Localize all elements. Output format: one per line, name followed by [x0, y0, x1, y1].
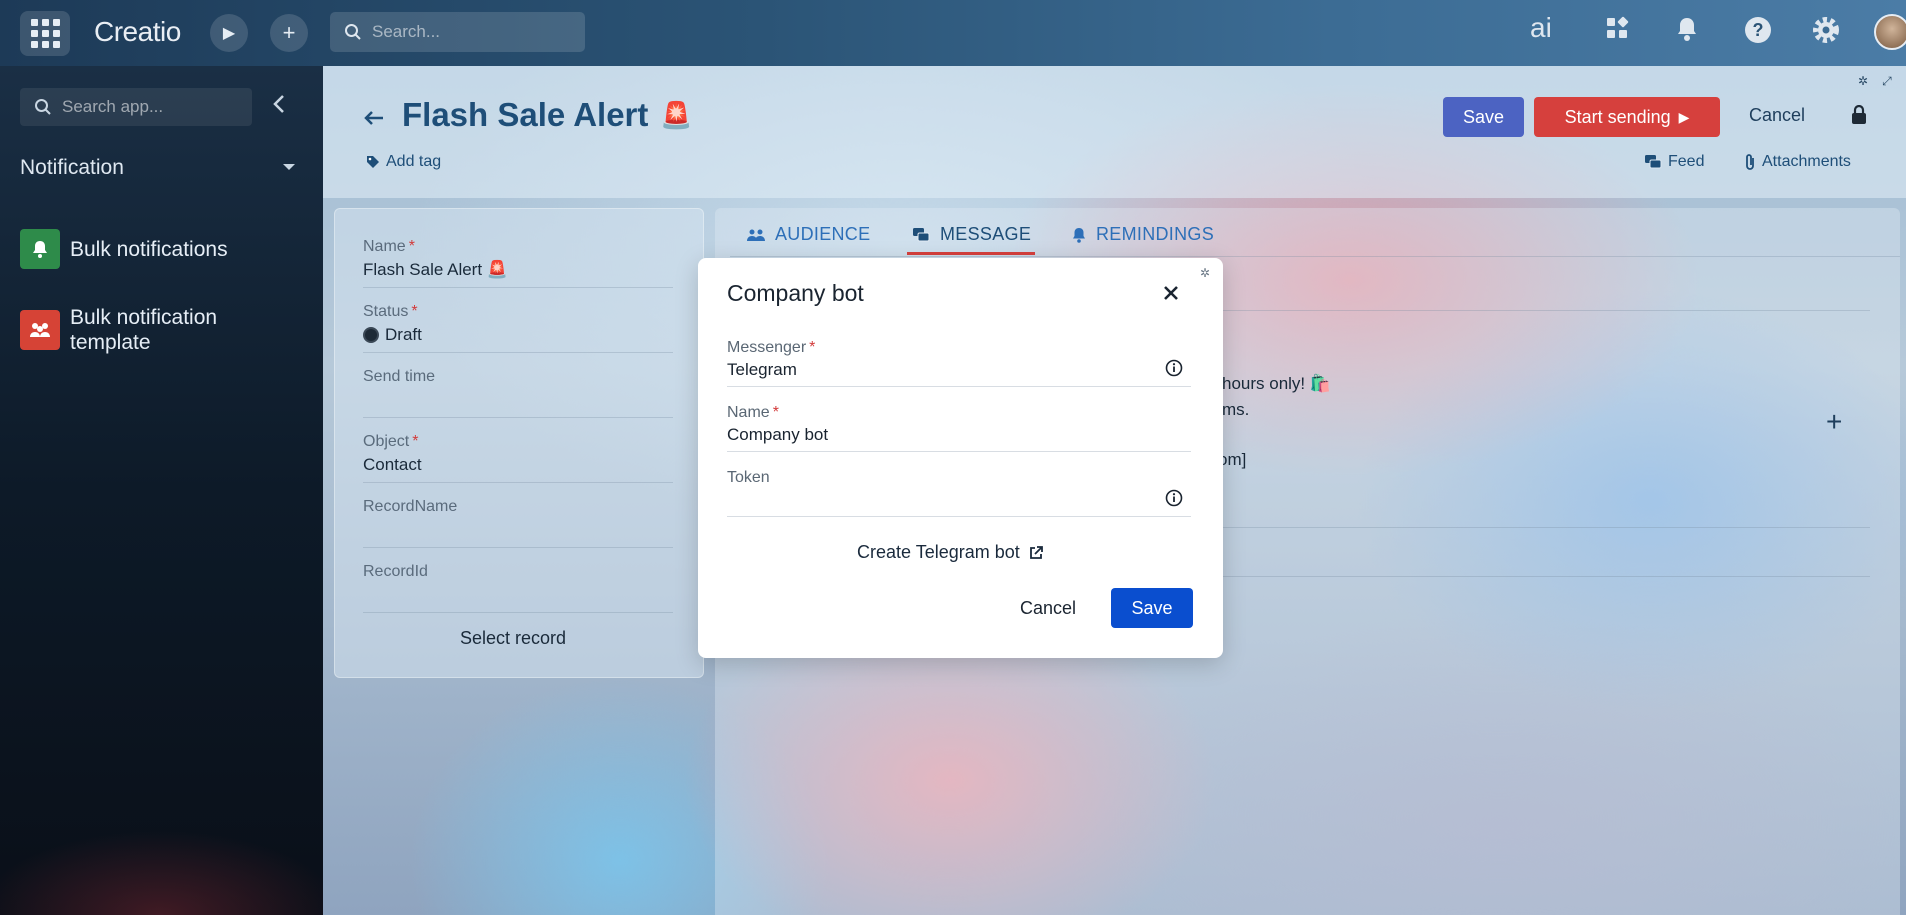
- sidebar-section-notification[interactable]: Notification: [20, 156, 295, 180]
- add-icon[interactable]: +: [1826, 406, 1842, 438]
- sidebar-item-bulk-notifications[interactable]: Bulk notifications: [20, 229, 228, 269]
- dialog-save-button[interactable]: Save: [1111, 588, 1193, 628]
- info-icon[interactable]: [1165, 489, 1183, 512]
- run-process-button[interactable]: ▶: [210, 14, 248, 52]
- divider: [1215, 310, 1870, 311]
- top-bar: Creatio ▶ + Search... ai ?: [0, 0, 1906, 66]
- attachments-button[interactable]: Attachments: [1744, 153, 1851, 171]
- expand-icon[interactable]: ⤢: [1882, 74, 1892, 89]
- save-button[interactable]: Save: [1443, 97, 1524, 137]
- avatar[interactable]: [1874, 14, 1906, 50]
- start-sending-button[interactable]: Start sending ▶: [1534, 97, 1720, 137]
- record-id-field[interactable]: RecordId: [363, 563, 673, 613]
- dialog-cancel-button[interactable]: Cancel: [1020, 598, 1076, 619]
- help-icon[interactable]: ?: [1744, 16, 1772, 49]
- global-search-input[interactable]: Search...: [330, 12, 585, 52]
- search-icon: [345, 24, 361, 40]
- chat-icon: [913, 227, 930, 241]
- paperclip-icon: [1746, 154, 1754, 170]
- token-field[interactable]: Token: [727, 469, 1191, 517]
- settings-icon[interactable]: ✲: [1858, 74, 1868, 89]
- tab-remindings[interactable]: REMINDINGS: [1072, 224, 1214, 245]
- messenger-field[interactable]: Messenger * Telegram: [727, 339, 1191, 387]
- play-icon: ▶: [1678, 108, 1690, 125]
- plus-icon: +: [282, 20, 296, 45]
- app-logo: Creatio: [94, 16, 181, 47]
- create-telegram-bot-link[interactable]: Create Telegram bot: [857, 542, 1044, 563]
- ai-icon[interactable]: ai: [1530, 12, 1552, 44]
- cancel-button[interactable]: Cancel: [1749, 105, 1805, 126]
- info-icon[interactable]: [1165, 359, 1183, 382]
- people-icon: [20, 310, 60, 350]
- add-tag-button[interactable]: Add tag: [366, 153, 441, 171]
- svg-text:?: ?: [1753, 20, 1764, 40]
- gear-icon[interactable]: [1812, 16, 1840, 49]
- message-text-line: hours only! 🛍️: [1222, 374, 1332, 393]
- page-title: Flash Sale Alert 🚨: [402, 96, 693, 133]
- status-dot-icon: [363, 327, 379, 343]
- bell-icon: [1073, 227, 1085, 243]
- siren-emoji: 🚨: [660, 99, 693, 130]
- app-search-input[interactable]: Search app...: [20, 88, 252, 126]
- divider: [1215, 527, 1870, 528]
- tab-audience[interactable]: AUDIENCE: [747, 224, 870, 245]
- status-field[interactable]: Status * Draft: [363, 303, 673, 353]
- add-button[interactable]: +: [270, 14, 308, 52]
- tabs-divider: [730, 256, 1900, 257]
- sidebar-item-bulk-notification-template[interactable]: Bulk notification template: [20, 305, 290, 355]
- collapse-sidebar-icon[interactable]: [272, 94, 286, 120]
- app-hub-icon[interactable]: [1605, 16, 1629, 45]
- message-text-line: ms.: [1222, 400, 1250, 419]
- object-field[interactable]: Object * Contact: [363, 433, 673, 483]
- divider: [1215, 576, 1870, 577]
- dialog-title: Company bot: [727, 280, 864, 306]
- lock-icon[interactable]: [1851, 104, 1867, 130]
- apps-menu-button[interactable]: [20, 11, 70, 56]
- send-time-field[interactable]: Send time: [363, 368, 673, 418]
- bell-icon[interactable]: [1675, 16, 1699, 47]
- tag-icon: [367, 156, 379, 168]
- tab-message[interactable]: MESSAGE: [912, 224, 1031, 245]
- back-arrow-icon[interactable]: [363, 103, 385, 134]
- feed-button[interactable]: Feed: [1644, 153, 1704, 171]
- sidebar: [0, 66, 323, 915]
- name-field[interactable]: Name * Flash Sale Alert 🚨: [363, 238, 673, 288]
- record-name-field[interactable]: RecordName: [363, 498, 673, 548]
- bell-person-icon: [20, 229, 60, 269]
- gear-icon[interactable]: ✲: [1200, 266, 1210, 280]
- people-icon: [747, 229, 765, 241]
- close-icon[interactable]: [1163, 280, 1179, 308]
- panel-controls: ✲ ⤢: [1858, 74, 1892, 89]
- bot-name-field[interactable]: Name * Company bot: [727, 404, 1191, 452]
- play-icon: ▶: [222, 25, 236, 42]
- chat-icon: [1645, 155, 1662, 169]
- chevron-down-icon: [283, 164, 295, 170]
- select-record-button[interactable]: Select record: [460, 628, 566, 649]
- external-link-icon: [1029, 545, 1043, 559]
- active-tab-indicator: [907, 252, 1035, 255]
- search-icon: [35, 99, 51, 115]
